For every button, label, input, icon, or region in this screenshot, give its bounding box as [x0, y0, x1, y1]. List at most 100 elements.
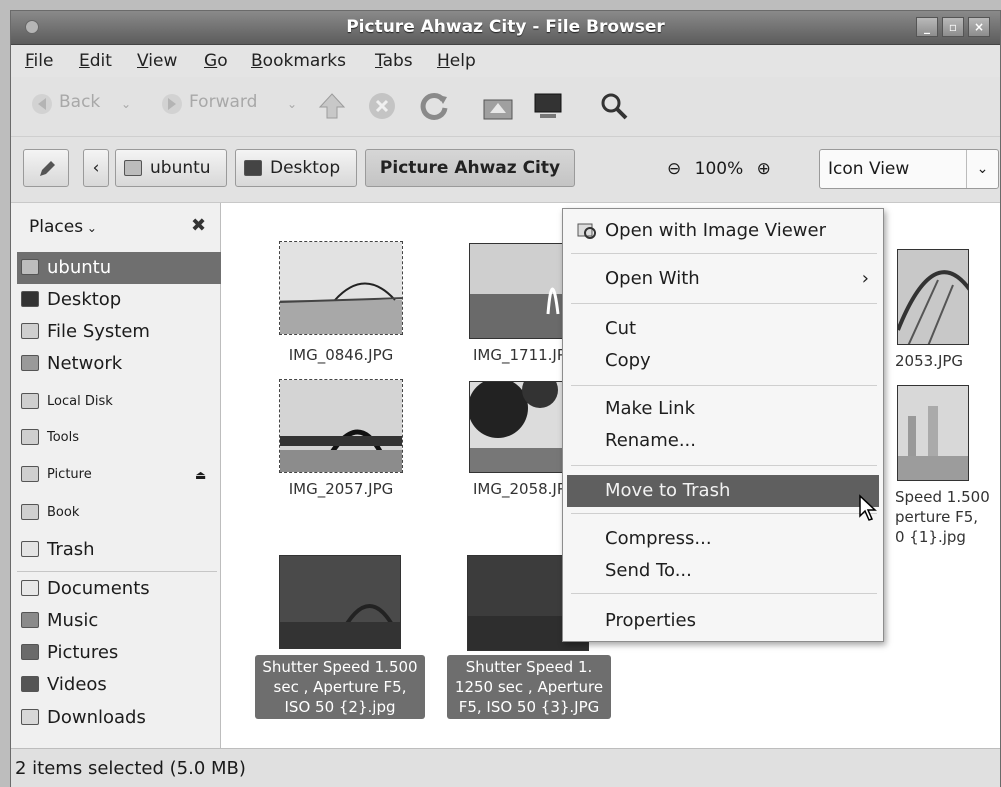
view-mode-value: Icon View	[828, 159, 910, 179]
sidebar-item-pictures[interactable]: Pictures	[17, 637, 221, 669]
sidebar-item-picture[interactable]: Picture ⏏	[17, 459, 221, 491]
drive-icon	[21, 323, 39, 339]
menu-item-properties[interactable]: Properties	[567, 605, 879, 637]
menu-separator	[571, 513, 877, 514]
toolbar: Back ⌄ Forward ⌄	[11, 77, 1000, 137]
sidebar-item-label: Desktop	[47, 289, 122, 310]
sidebar-item-label: Music	[47, 610, 99, 631]
crumb-left-arrow[interactable]: ‹	[83, 149, 109, 187]
sidebar-item-desktop[interactable]: Desktop	[17, 284, 221, 316]
back-button[interactable]: Back	[59, 92, 100, 112]
sidebar-item-label: Picture	[47, 467, 92, 482]
up-arrow-icon[interactable]	[317, 91, 347, 121]
file-name-selected[interactable]: Shutter Speed 1. 1250 sec , Aperture F5,…	[447, 655, 611, 719]
menu-bookmarks[interactable]: Bookmarks	[251, 51, 346, 71]
close-window-button[interactable]: ×	[968, 17, 990, 37]
computer-icon[interactable]	[531, 91, 565, 121]
menu-item-open-with[interactable]: Open With ›	[567, 263, 879, 295]
menu-item-copy[interactable]: Copy	[567, 345, 879, 377]
city-photo-thumbnail	[898, 386, 968, 480]
file-thumbnail[interactable]	[897, 385, 969, 481]
submenu-arrow-icon: ›	[861, 268, 869, 289]
zoom-in-icon[interactable]: ⊕	[757, 159, 771, 179]
menu-item-rename[interactable]: Rename...	[567, 425, 879, 457]
menu-item-move-to-trash[interactable]: Move to Trash	[567, 475, 879, 507]
pencil-icon	[40, 161, 55, 176]
search-icon[interactable]	[599, 91, 629, 121]
file-name-line: Shutter Speed 1.	[465, 658, 593, 676]
sidebar-item-local-disk[interactable]: Local Disk	[17, 386, 221, 418]
home-icon[interactable]	[481, 91, 515, 121]
desktop-icon	[21, 291, 39, 307]
zoom-out-icon[interactable]: ⊖	[667, 159, 681, 179]
sidebar-item-label: Book	[47, 505, 80, 520]
stop-icon[interactable]	[367, 91, 397, 121]
menu-item-make-link[interactable]: Make Link	[567, 393, 879, 425]
minimize-button[interactable]: _	[916, 17, 938, 37]
menu-separator	[571, 385, 877, 386]
menu-separator	[571, 593, 877, 594]
sidebar-item-label: Downloads	[47, 707, 146, 728]
file-name: IMG_0846.JPG	[288, 346, 394, 364]
sidebar-item-label: Tools	[47, 430, 80, 445]
forward-dropdown-icon[interactable]: ⌄	[287, 97, 297, 111]
sidebar-divider	[17, 571, 217, 572]
sidebar-item-videos[interactable]: Videos	[17, 669, 221, 701]
places-dropdown[interactable]: Places ⌄	[29, 217, 97, 237]
maximize-button[interactable]: ▫	[942, 17, 964, 37]
file-thumbnail[interactable]	[897, 249, 969, 345]
sidebar-item-tools[interactable]: Tools	[17, 422, 221, 454]
zoom-level: 100%	[694, 159, 744, 179]
image-viewer-icon	[577, 223, 596, 239]
bridge-arch-photo-thumbnail	[898, 250, 968, 344]
sidebar-item-ubuntu[interactable]: ubuntu	[17, 252, 221, 284]
menu-item-label: Properties	[605, 610, 696, 631]
file-name-line: Shutter Speed 1.500	[262, 658, 418, 676]
menu-item-label: Make Link	[605, 398, 695, 419]
forward-button[interactable]: Forward	[189, 92, 257, 112]
eject-icon[interactable]: ⏏	[195, 459, 206, 491]
crumb-ubuntu[interactable]: ubuntu	[115, 149, 227, 187]
menu-help[interactable]: Help	[437, 51, 476, 71]
reload-icon[interactable]	[419, 91, 449, 121]
disk-icon	[21, 504, 39, 520]
crumb-desktop[interactable]: Desktop	[235, 149, 357, 187]
back-dropdown-icon[interactable]: ⌄	[121, 97, 131, 111]
menu-tabs[interactable]: Tabs	[375, 51, 413, 71]
menu-item-compress[interactable]: Compress...	[567, 523, 879, 555]
menu-go[interactable]: Go	[204, 51, 228, 71]
sidebar-item-label: File System	[47, 321, 150, 342]
zoom-control: ⊖ 100% ⊕	[667, 159, 771, 179]
menu-separator	[571, 465, 877, 466]
file-thumbnail[interactable]	[279, 555, 401, 649]
sidebar-item-book[interactable]: Book	[17, 497, 221, 529]
sidebar: Places ⌄ ✖ ubuntu Desktop File System Ne…	[11, 203, 221, 748]
file-thumbnail[interactable]	[279, 379, 403, 473]
menu-view[interactable]: View	[137, 51, 177, 71]
menu-item-send-to[interactable]: Send To...	[567, 555, 879, 587]
desktop-icon	[244, 160, 262, 176]
crumb-picture-ahwaz-city[interactable]: Picture Ahwaz City	[365, 149, 575, 187]
file-name-line: 0 {1}.jpg	[895, 528, 966, 546]
sidebar-item-file-system[interactable]: File System	[17, 316, 221, 348]
mouse-cursor-icon	[859, 494, 877, 521]
sidebar-item-downloads[interactable]: Downloads	[17, 702, 221, 734]
view-mode-select[interactable]: Icon View ⌄	[819, 149, 999, 189]
edit-location-button[interactable]	[23, 149, 69, 187]
menu-edit[interactable]: Edit	[79, 51, 112, 71]
file-name-selected[interactable]: Shutter Speed 1.500 sec , Aperture F5, I…	[255, 655, 425, 719]
close-sidebar-icon[interactable]: ✖	[191, 215, 206, 236]
disk-icon	[21, 466, 39, 482]
file-thumbnail[interactable]	[279, 241, 403, 335]
menu-item-label: Cut	[605, 318, 637, 339]
sidebar-item-music[interactable]: Music	[17, 605, 221, 637]
title-bar[interactable]: Picture Ahwaz City - File Browser _ ▫ ×	[11, 11, 1000, 45]
menu-item-cut[interactable]: Cut	[567, 313, 879, 345]
menu-file[interactable]: File	[25, 51, 53, 71]
sidebar-item-documents[interactable]: Documents	[17, 573, 221, 605]
menu-item-open-with-image-viewer[interactable]: Open with Image Viewer	[567, 215, 879, 247]
sidebar-item-trash[interactable]: Trash	[17, 534, 221, 566]
sidebar-item-network[interactable]: Network	[17, 348, 221, 380]
file-name-line: 1250 sec , Aperture	[454, 678, 604, 696]
sidebar-item-label: Pictures	[47, 642, 119, 663]
